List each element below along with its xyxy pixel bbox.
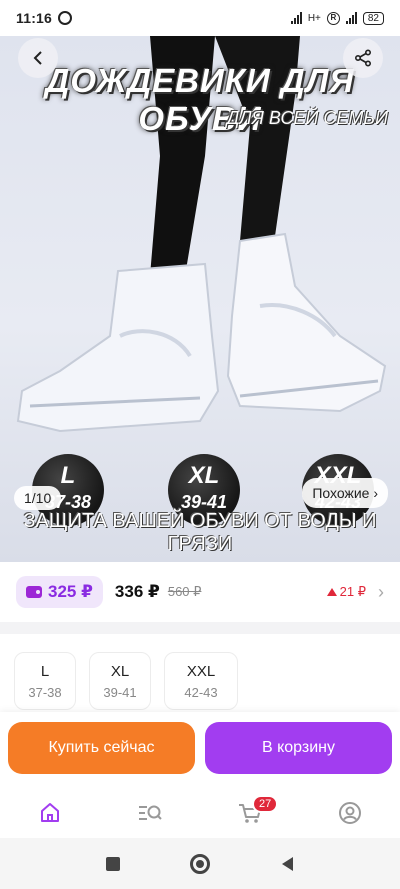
share-icon: [354, 49, 372, 67]
arrow-up-icon: [326, 588, 337, 596]
signal-icon-2: [345, 12, 357, 24]
similar-button[interactable]: Похожие ›: [302, 478, 388, 508]
back-triangle-icon[interactable]: [280, 856, 294, 872]
size-option-range: 39-41: [103, 685, 137, 700]
size-badge-size: XL: [188, 462, 220, 489]
home-button[interactable]: [190, 853, 210, 874]
wallet-price-pill[interactable]: 325 ₽: [16, 576, 103, 608]
nav-cart[interactable]: 27: [228, 791, 279, 835]
product-screen: 11:16 H+ R 82 ДОЖДЕВИКИ ДЛЯ ОБУВИ ДЛЯ ВС…: [0, 0, 400, 889]
status-bar: 11:16 H+ R 82: [0, 0, 400, 36]
size-selector: L 37-38 XL 39-41 XXL 42-43: [14, 652, 238, 710]
price-difference: 21 ₽: [326, 584, 366, 600]
price-difference-value: 21 ₽: [339, 584, 366, 599]
chevron-right-icon: ›: [378, 581, 384, 602]
section-divider: [0, 622, 400, 634]
nav-home[interactable]: [28, 791, 72, 835]
profile-icon: [339, 802, 361, 824]
add-to-cart-button[interactable]: В корзину: [205, 722, 392, 774]
size-option-l[interactable]: L 37-38: [14, 652, 76, 710]
old-price: 560 ₽: [167, 584, 202, 599]
size-option-name: XXL: [186, 663, 216, 680]
share-button[interactable]: [343, 38, 383, 78]
wallet-price: 325 ₽: [48, 582, 93, 601]
image-counter: 1/10: [14, 486, 62, 510]
nav-profile[interactable]: [328, 791, 372, 835]
recent-apps-button[interactable]: [106, 856, 120, 871]
size-option-name: L: [40, 663, 50, 680]
size-option-range: 42-43: [184, 685, 218, 700]
alarm-icon: [58, 11, 73, 25]
wallet-icon: [26, 586, 42, 598]
size-option-name: XL: [110, 663, 130, 680]
buy-now-button[interactable]: Купить сейчас: [8, 722, 195, 774]
hero-subtitle: ДЛЯ ВСЕЙ СЕМЬИ: [226, 108, 388, 128]
action-bar: Купить сейчас В корзину: [0, 712, 400, 788]
size-option-xxl[interactable]: XXL 42-43: [164, 652, 238, 710]
battery-icon: 82: [362, 11, 384, 25]
system-navigation: [0, 838, 400, 889]
status-time: 11:16: [16, 10, 53, 26]
catalog-search-icon: [139, 805, 162, 820]
network-type: H+: [307, 12, 321, 24]
roaming-icon: R: [326, 11, 340, 25]
home-icon: [41, 803, 59, 822]
current-price: 336 ₽: [114, 582, 160, 601]
status-icons: H+ R 82: [290, 11, 384, 25]
bottom-navigation: 27: [0, 788, 400, 838]
back-button[interactable]: [18, 38, 58, 78]
hero-caption: ЗАЩИТА ВАШЕЙ ОБУВИ ОТ ВОДЫ И ГРЯЗИ: [23, 510, 377, 555]
size-option-xl[interactable]: XL 39-41: [89, 652, 151, 710]
chevron-left-icon: [33, 51, 42, 65]
signal-icon: [290, 12, 302, 24]
price-row[interactable]: 325 ₽ 336 ₽ 560 ₽ 21 ₽ ›: [0, 562, 400, 622]
cart-count-badge: 27: [252, 795, 279, 813]
nav-catalog[interactable]: [128, 791, 172, 835]
size-option-range: 37-38: [28, 685, 62, 700]
